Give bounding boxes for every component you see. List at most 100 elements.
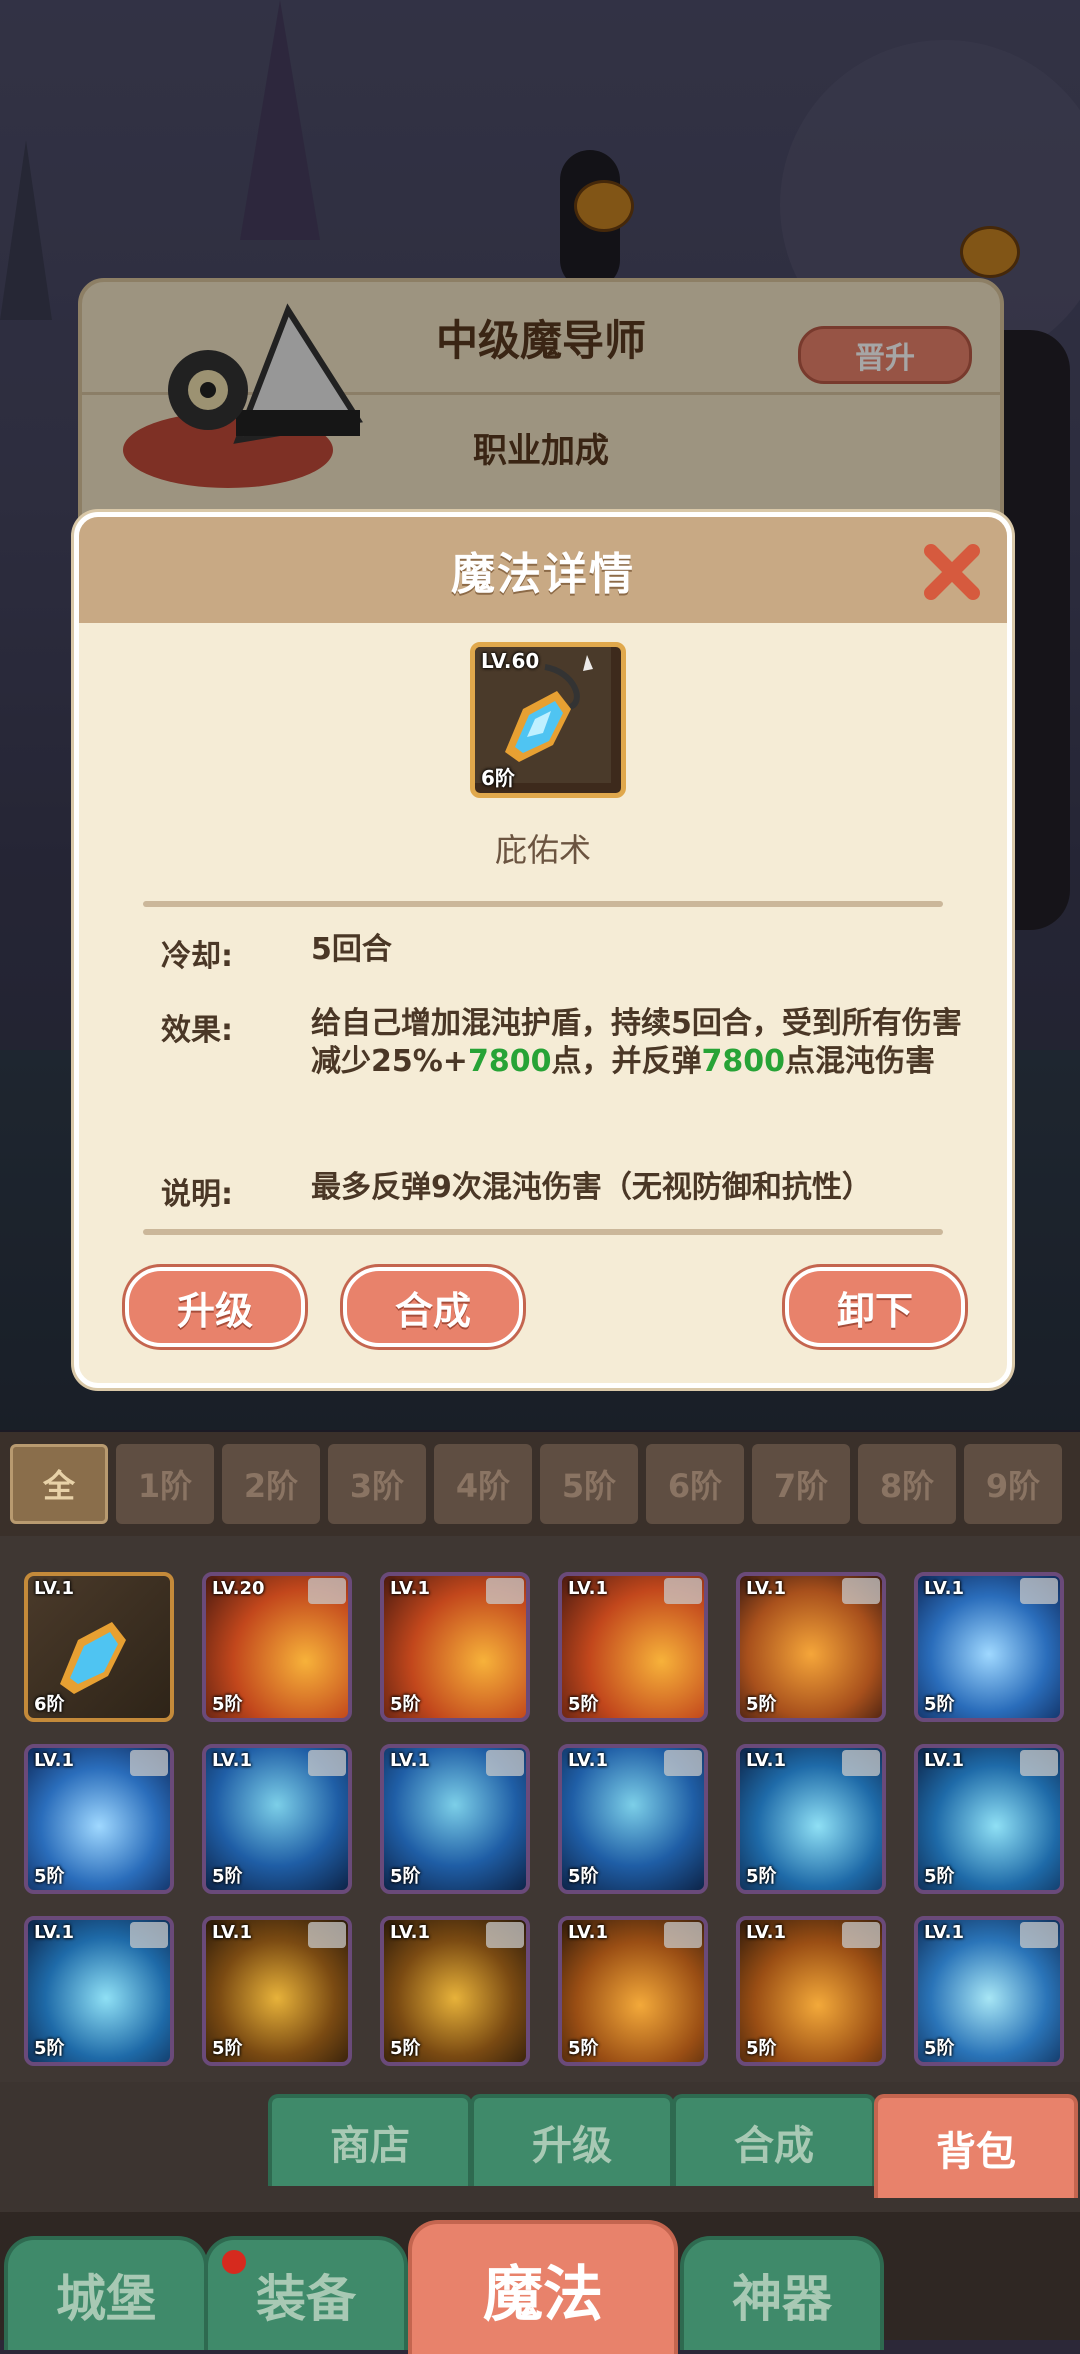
slot-tier: 5阶 (34, 2038, 65, 2059)
slot-tier: 5阶 (34, 1866, 65, 1887)
slot-level: LV.1 (568, 1578, 608, 1599)
slot-tier: 5阶 (924, 1694, 955, 1715)
slot-tier: 5阶 (746, 1694, 777, 1715)
tier-filter-1[interactable]: 1阶 (116, 1444, 214, 1524)
tier-filter-6[interactable]: 6阶 (646, 1444, 744, 1524)
unequip-button[interactable]: 卸下 (785, 1267, 965, 1347)
nav-equipment-label: 装备 (256, 2270, 356, 2328)
slot-tier: 5阶 (390, 1866, 421, 1887)
divider (143, 901, 943, 907)
slot-level: LV.20 (212, 1578, 265, 1599)
inventory-slot-ice[interactable]: LV.1 5阶 (914, 1744, 1064, 1894)
slot-tier: 6阶 (34, 1694, 65, 1715)
slot-level: LV.1 (390, 1578, 430, 1599)
inventory-slot-fire[interactable]: LV.1 5阶 (558, 1572, 708, 1722)
effect-text-part: 点，并反弹 (551, 1044, 702, 1079)
divider (143, 1229, 943, 1235)
slot-tier: 5阶 (568, 1694, 599, 1715)
bound-tag-icon (842, 1750, 880, 1776)
inventory-slot-water[interactable]: LV.1 5阶 (24, 1744, 174, 1894)
slot-level: LV.1 (390, 1750, 430, 1771)
inventory-slot-meteor[interactable]: LV.1 5阶 (736, 1916, 886, 2066)
compose-button[interactable]: 合成 (343, 1267, 523, 1347)
tier-filter-8[interactable]: 8阶 (858, 1444, 956, 1524)
nav-equipment[interactable]: 装备 (204, 2236, 408, 2350)
close-icon[interactable] (919, 539, 985, 605)
modal-title: 魔法详情 (451, 549, 635, 600)
slot-tier: 5阶 (212, 1866, 243, 1887)
nav-artifact[interactable]: 神器 (680, 2236, 884, 2350)
effect-text-part: 点混沌伤害 (784, 1044, 935, 1079)
bound-tag-icon (486, 1578, 524, 1604)
tier-filter-7[interactable]: 7阶 (752, 1444, 850, 1524)
magic-sub-tabs: 商店 升级 合成 背包 (0, 2082, 1080, 2212)
bound-tag-icon (664, 1750, 702, 1776)
tab-upgrade[interactable]: 升级 (470, 2094, 674, 2186)
tier-filter-all[interactable]: 全 (10, 1444, 108, 1524)
cooldown-row: 冷却: 5回合 (161, 931, 967, 975)
tab-shop[interactable]: 商店 (268, 2094, 472, 2186)
effect-value: 7800 (467, 1044, 552, 1079)
inventory-slot-thunder-cloud[interactable]: LV.1 5阶 (202, 1744, 352, 1894)
inventory-slot-fire[interactable]: LV.1 5阶 (380, 1572, 530, 1722)
slot-tier: 5阶 (568, 1866, 599, 1887)
effect-value: 7800 (701, 1044, 785, 1079)
inventory-slot-earth[interactable]: LV.1 5阶 (380, 1916, 530, 2066)
slot-tier: 5阶 (212, 2038, 243, 2059)
effect-row: 效果: 给自己增加混沌护盾，持续5回合，受到所有伤害减少25%+7800点，并反… (161, 1005, 967, 1081)
tier-filter-5[interactable]: 5阶 (540, 1444, 638, 1524)
inventory-slot-ice[interactable]: LV.1 5阶 (24, 1916, 174, 2066)
notification-dot-icon (222, 2250, 246, 2274)
skill-tier: 6阶 (481, 766, 515, 790)
slot-tier: 5阶 (390, 1694, 421, 1715)
slot-tier: 5阶 (746, 1866, 777, 1887)
slot-level: LV.1 (34, 1578, 74, 1599)
cooldown-value: 5回合 (311, 932, 392, 967)
inventory-slot-thunder-cloud[interactable]: LV.1 5阶 (558, 1744, 708, 1894)
inventory-slot-earth[interactable]: LV.1 5阶 (202, 1916, 352, 2066)
inventory-slot-thunder-cloud[interactable]: LV.1 5阶 (380, 1744, 530, 1894)
tier-filter-2[interactable]: 2阶 (222, 1444, 320, 1524)
bound-tag-icon (1020, 1750, 1058, 1776)
bound-tag-icon (842, 1922, 880, 1948)
inventory-slot-ice[interactable]: LV.1 5阶 (736, 1744, 886, 1894)
slot-level: LV.1 (924, 1578, 964, 1599)
nav-castle[interactable]: 城堡 (4, 2236, 208, 2350)
description-value: 最多反弹9次混沌伤害（无视防御和抗性） (311, 1170, 872, 1205)
inventory-slot-fire[interactable]: LV.20 5阶 (202, 1572, 352, 1722)
effect-label: 效果: (161, 1013, 233, 1048)
slot-tier: 5阶 (924, 2038, 955, 2059)
slot-level: LV.1 (34, 1750, 74, 1771)
bound-tag-icon (308, 1578, 346, 1604)
tab-bag[interactable]: 背包 (874, 2094, 1078, 2198)
slot-level: LV.1 (924, 1750, 964, 1771)
tier-filter-4[interactable]: 4阶 (434, 1444, 532, 1524)
bound-tag-icon (842, 1578, 880, 1604)
skill-level: LV.60 (481, 649, 540, 673)
bound-tag-icon (1020, 1578, 1058, 1604)
bound-tag-icon (308, 1922, 346, 1948)
bound-tag-icon (130, 1922, 168, 1948)
magic-details-modal: 魔法详情 LV.60 6阶 庇佑术 冷却: 5回合 效果: 给自己增加混沌护盾，… (74, 512, 1012, 1388)
inventory-slot-water[interactable]: LV.1 5阶 (914, 1572, 1064, 1722)
tier-filter-3[interactable]: 3阶 (328, 1444, 426, 1524)
skill-name: 庇佑术 (494, 831, 591, 869)
slot-level: LV.1 (568, 1922, 608, 1943)
tab-compose[interactable]: 合成 (672, 2094, 876, 2186)
bound-tag-icon (486, 1750, 524, 1776)
inventory-slot-crystal-amulet[interactable]: LV.1 6阶 (24, 1572, 174, 1722)
slot-tier: 5阶 (568, 2038, 599, 2059)
bound-tag-icon (1020, 1922, 1058, 1948)
upgrade-button[interactable]: 升级 (125, 1267, 305, 1347)
nav-magic[interactable]: 魔法 (408, 2220, 678, 2354)
inventory-slot-meteor[interactable]: LV.1 5阶 (558, 1916, 708, 2066)
slot-level: LV.1 (746, 1578, 786, 1599)
inventory-slot-heal-heart[interactable]: LV.1 5阶 (914, 1916, 1064, 2066)
slot-tier: 5阶 (390, 2038, 421, 2059)
slot-level: LV.1 (746, 1922, 786, 1943)
slot-level: LV.1 (568, 1750, 608, 1771)
inventory-slot-shield[interactable]: LV.1 5阶 (736, 1572, 886, 1722)
bound-tag-icon (664, 1922, 702, 1948)
slot-level: LV.1 (34, 1922, 74, 1943)
tier-filter-9[interactable]: 9阶 (964, 1444, 1062, 1524)
